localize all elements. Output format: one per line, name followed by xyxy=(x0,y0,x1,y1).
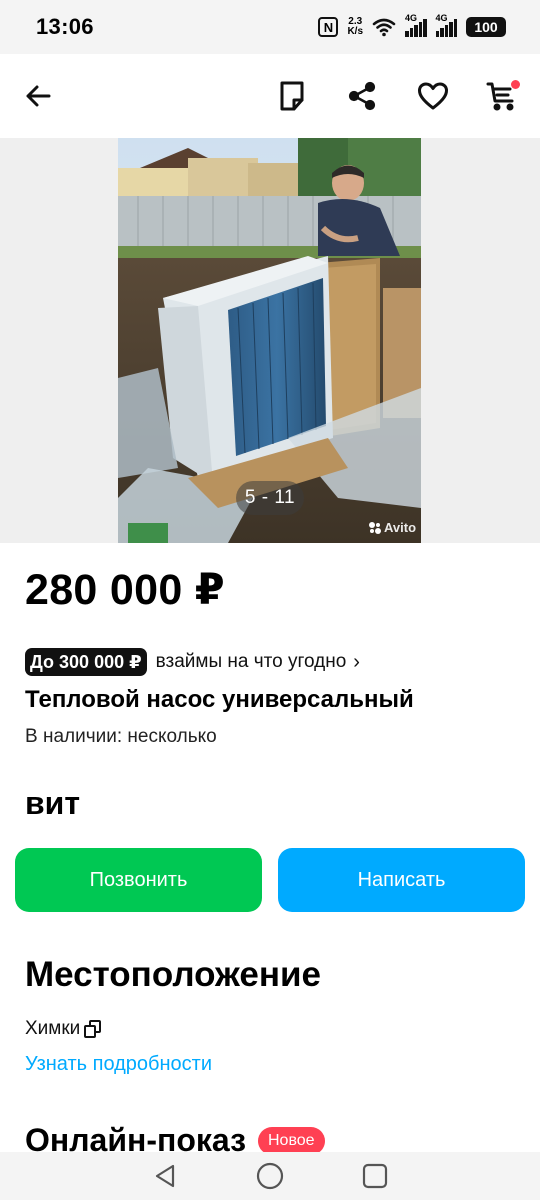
share-button[interactable] xyxy=(342,54,382,138)
chevron-right-icon: › xyxy=(353,650,360,673)
location-heading: Местоположение xyxy=(25,955,321,994)
nav-home-button[interactable] xyxy=(240,1152,300,1200)
status-bar: 13:06 N 2.3 K/s 4G 4G 100 xyxy=(0,0,540,54)
nav-back-button[interactable] xyxy=(135,1152,195,1200)
cart-notification-dot xyxy=(511,80,520,89)
arrow-left-icon xyxy=(26,85,51,107)
photo-gallery[interactable]: 5 - 11 Avito xyxy=(0,138,540,543)
location-city-row: Химки xyxy=(25,1018,102,1040)
net-speed-indicator: 2.3 K/s xyxy=(347,17,363,37)
cart-button[interactable] xyxy=(482,54,522,138)
battery-icon: 100 xyxy=(466,17,506,37)
triangle-back-icon xyxy=(155,1164,175,1188)
watermark-text: Avito xyxy=(384,520,417,535)
copy-icon[interactable] xyxy=(84,1020,102,1038)
app-bar xyxy=(0,54,540,138)
nfc-icon: N xyxy=(318,17,339,37)
availability-text: В наличии: несколько xyxy=(25,726,217,747)
status-time: 13:06 xyxy=(36,14,94,39)
location-details-link[interactable]: Узнать подробности xyxy=(25,1053,212,1076)
signal-strength-icon-1: 4G xyxy=(405,13,427,37)
new-badge: Новое xyxy=(257,1126,325,1155)
favorite-button[interactable] xyxy=(412,54,454,138)
signal-strength-icon-2: 4G xyxy=(435,13,457,37)
listing-price: 280 000 ₽ xyxy=(25,566,226,614)
write-message-button[interactable]: Написать xyxy=(278,848,525,912)
avito-watermark: Avito xyxy=(368,520,416,535)
system-nav-bar xyxy=(0,1152,540,1200)
photo-counter: 5 - 11 xyxy=(236,481,304,515)
avito-logo-icon xyxy=(369,521,381,534)
signal-type-1: 4G xyxy=(405,13,418,23)
signal-type-2: 4G xyxy=(435,13,448,23)
loan-offer-link[interactable]: До 300 000 ₽ взаймы на что угодно › xyxy=(25,648,360,676)
circle-home-icon xyxy=(256,1162,284,1190)
loan-badge: До 300 000 ₽ xyxy=(25,648,147,676)
seller-name[interactable]: вит xyxy=(25,785,80,822)
share-icon xyxy=(348,81,376,111)
call-button[interactable]: Позвонить xyxy=(15,848,262,912)
back-button[interactable] xyxy=(18,54,58,138)
note-button[interactable] xyxy=(272,54,312,138)
net-speed-unit: K/s xyxy=(347,26,363,37)
loan-text: взаймы на что угодно xyxy=(155,651,347,672)
status-icons: N 2.3 K/s 4G 4G 100 xyxy=(318,13,506,37)
location-city: Химки xyxy=(25,1018,81,1039)
square-recents-icon xyxy=(362,1163,388,1189)
heart-icon xyxy=(418,82,448,110)
listing-title: Тепловой насос универсальный xyxy=(25,686,414,713)
wifi-icon xyxy=(372,18,396,37)
note-icon xyxy=(280,81,304,111)
nav-recents-button[interactable] xyxy=(345,1152,405,1200)
